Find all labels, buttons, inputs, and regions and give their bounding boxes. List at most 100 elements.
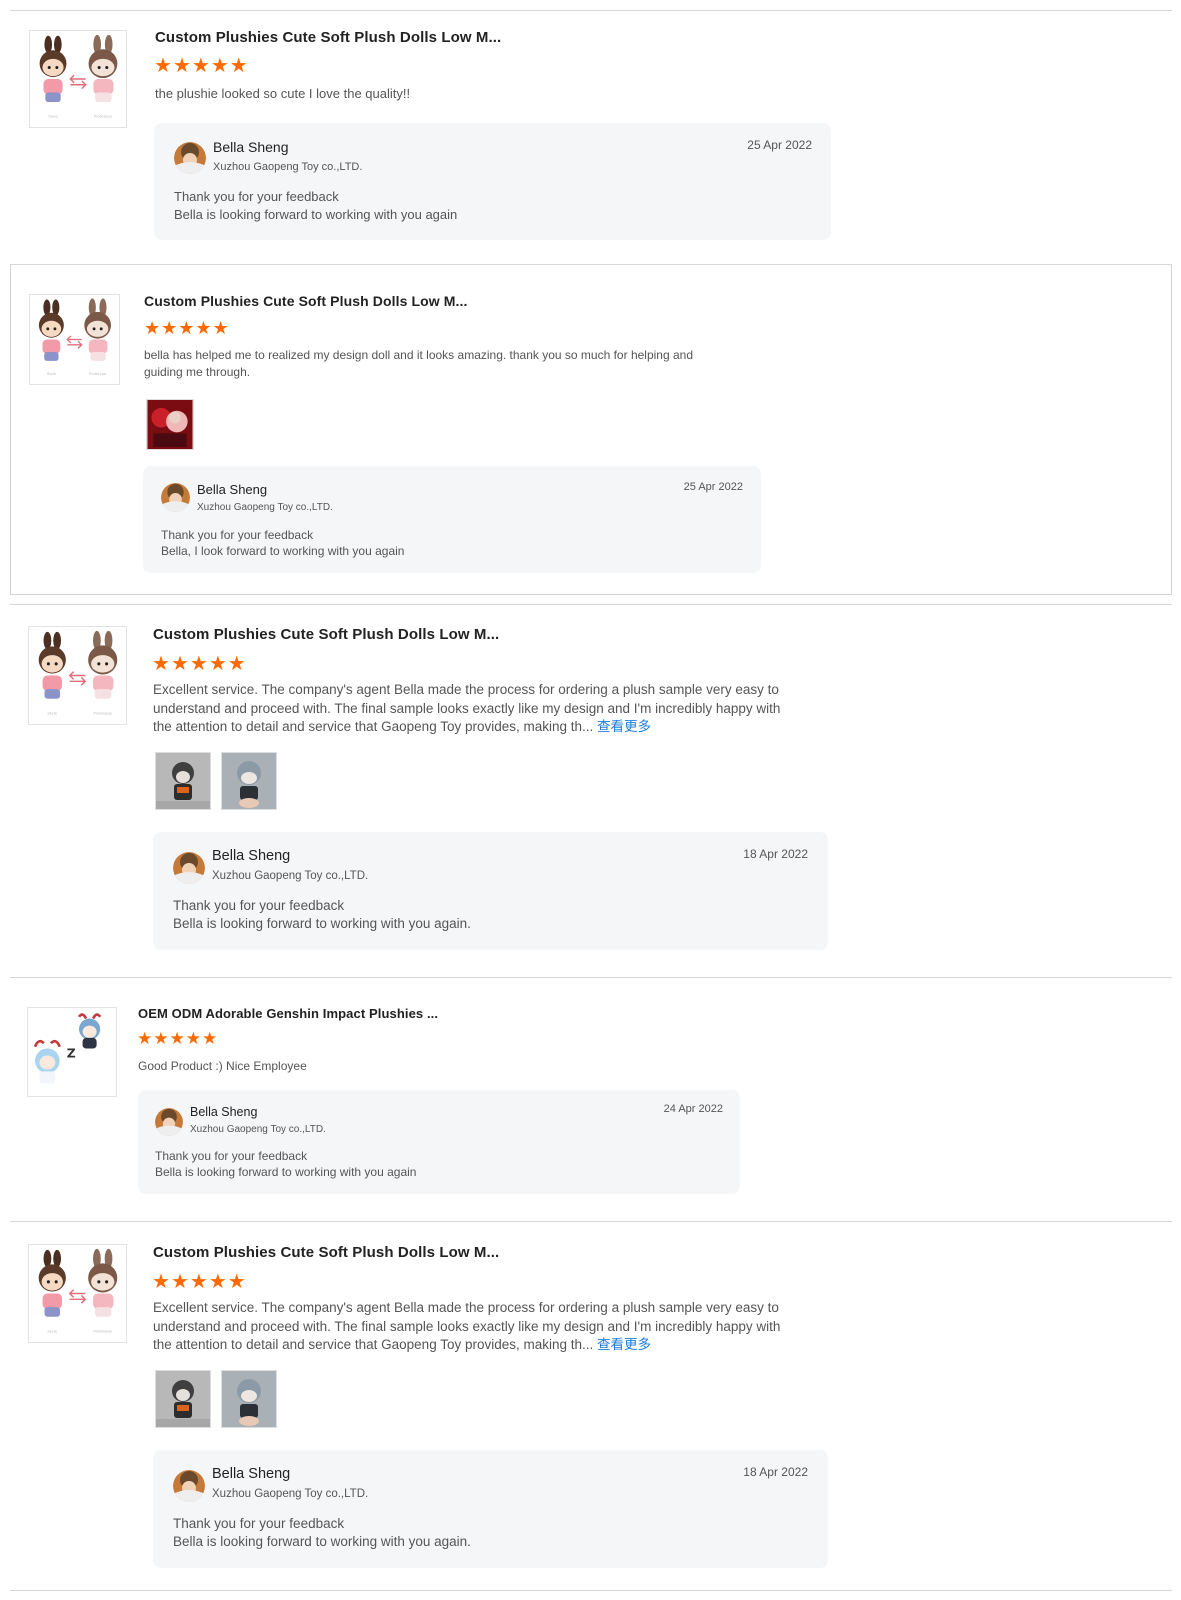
- review-item: Custom Plushies Cute Soft Plush Dolls Lo…: [10, 11, 1172, 260]
- star-icon: ★: [195, 318, 212, 338]
- review-photo[interactable]: [155, 1370, 211, 1428]
- star-rating: ★ ★ ★ ★ ★: [152, 654, 246, 674]
- star-icon: ★: [210, 55, 229, 77]
- star-icon: ★: [154, 55, 172, 77]
- star-icon: ★: [178, 318, 195, 338]
- star-icon: ★: [227, 653, 246, 675]
- star-icon: ★: [229, 55, 248, 77]
- review-item: Custom Plushies Cute Soft Plush Dolls Lo…: [10, 264, 1172, 595]
- review-item: Custom Plushies Cute Soft Plush Dolls Lo…: [10, 1222, 1172, 1590]
- star-icon: ★: [189, 653, 208, 675]
- product-title[interactable]: Custom Plushies Cute Soft Plush Dolls Lo…: [153, 1244, 499, 1261]
- seller-avatar: [173, 852, 205, 884]
- product-title[interactable]: OEM ODM Adorable Genshin Impact Plushies…: [138, 1006, 438, 1021]
- reply-line-1: Thank you for your feedback: [155, 1149, 308, 1163]
- review-text: bella has helped me to realized my desig…: [144, 348, 693, 379]
- plush-photo: [156, 753, 210, 809]
- reply-line-1: Thank you for your feedback: [174, 189, 339, 204]
- review-text: Excellent service. The company's agent B…: [153, 681, 798, 737]
- review-photo[interactable]: [146, 399, 194, 450]
- product-thumbnail[interactable]: [27, 1007, 117, 1097]
- review-text-body: Excellent service. The company's agent B…: [153, 682, 781, 735]
- seller-name: Bella Sheng: [212, 1466, 291, 1482]
- product-thumbnail[interactable]: [28, 626, 127, 725]
- reply-line-2: Bella is looking forward to working with…: [173, 916, 471, 931]
- product-title[interactable]: Custom Plushies Cute Soft Plush Dolls Lo…: [144, 293, 468, 309]
- plush-photo: [222, 753, 276, 809]
- seller-company: Xuzhou Gaopeng Toy co.,LTD.: [197, 502, 333, 513]
- plush-doll-image: [29, 627, 126, 724]
- plush-photo: [156, 1371, 210, 1427]
- reply-date: 18 Apr 2022: [743, 1465, 808, 1479]
- star-icon: ★: [152, 1271, 170, 1293]
- product-title[interactable]: Custom Plushies Cute Soft Plush Dolls Lo…: [155, 29, 501, 46]
- seller-reply: Bella Sheng Xuzhou Gaopeng Toy co.,LTD. …: [154, 123, 831, 240]
- reply-date: 18 Apr 2022: [743, 847, 808, 861]
- reply-line-1: Thank you for your feedback: [173, 1516, 345, 1531]
- seller-name: Bella Sheng: [212, 848, 291, 864]
- star-icon: ★: [144, 318, 161, 338]
- review-item: Custom Plushies Cute Soft Plush Dolls Lo…: [10, 605, 1172, 969]
- reply-line-2: Bella is looking forward to working with…: [155, 1165, 417, 1179]
- star-icon: ★: [212, 318, 229, 338]
- seller-name: Bella Sheng: [213, 139, 289, 155]
- seller-reply: Bella Sheng Xuzhou Gaopeng Toy co.,LTD. …: [138, 1090, 740, 1194]
- star-icon: ★: [185, 1029, 201, 1048]
- plush-doll-image: [30, 31, 126, 127]
- seller-name: Bella Sheng: [197, 482, 268, 497]
- review-text: the plushie looked so cute I love the qu…: [155, 86, 411, 101]
- see-more-link[interactable]: 查看更多: [597, 1337, 651, 1352]
- seller-reply: Bella Sheng Xuzhou Gaopeng Toy co.,LTD. …: [153, 832, 828, 950]
- star-rating: ★ ★ ★ ★ ★: [137, 1030, 217, 1047]
- product-title[interactable]: Custom Plushies Cute Soft Plush Dolls Lo…: [153, 626, 499, 643]
- reply-line-2: Bella, I look forward to working with yo…: [161, 544, 405, 558]
- reply-line-2: Bella is looking forward to working with…: [174, 207, 458, 222]
- reply-line-1: Thank you for your feedback: [161, 528, 314, 542]
- seller-company: Xuzhou Gaopeng Toy co.,LTD.: [212, 870, 369, 882]
- review-photo[interactable]: [221, 1370, 277, 1428]
- review-item: OEM ODM Adorable Genshin Impact Plushies…: [10, 978, 1172, 1221]
- seller-name: Bella Sheng: [190, 1105, 258, 1119]
- star-icon: ★: [227, 1271, 246, 1293]
- seller-avatar: [173, 1470, 205, 1502]
- seller-avatar: [155, 1108, 183, 1136]
- plush-doll-image: [30, 295, 119, 384]
- seller-avatar: [174, 142, 206, 174]
- reply-date: 25 Apr 2022: [747, 138, 812, 152]
- plush-photo: [222, 1371, 276, 1427]
- plush-photo: [147, 400, 193, 449]
- review-text-body: Excellent service. The company's agent B…: [153, 1300, 781, 1353]
- star-icon: ★: [189, 1271, 208, 1293]
- review-photo[interactable]: [155, 752, 211, 810]
- reply-line-1: Thank you for your feedback: [173, 898, 345, 913]
- seller-avatar: [161, 483, 190, 512]
- star-icon: ★: [161, 318, 178, 338]
- product-thumbnail[interactable]: [28, 1244, 127, 1343]
- plush-doll-image: [29, 1245, 126, 1342]
- star-rating: ★ ★ ★ ★ ★: [154, 56, 248, 76]
- seller-company: Xuzhou Gaopeng Toy co.,LTD.: [213, 161, 363, 173]
- star-icon: ★: [208, 1271, 227, 1293]
- product-thumbnail[interactable]: [29, 30, 127, 128]
- star-icon: ★: [169, 1029, 185, 1048]
- star-icon: ★: [170, 1271, 189, 1293]
- seller-reply: Bella Sheng Xuzhou Gaopeng Toy co.,LTD. …: [153, 1450, 828, 1568]
- seller-company: Xuzhou Gaopeng Toy co.,LTD.: [190, 1124, 326, 1135]
- review-text: Good Product :) Nice Employee: [138, 1059, 307, 1073]
- seller-reply: Bella Sheng Xuzhou Gaopeng Toy co.,LTD. …: [143, 466, 761, 573]
- star-rating: ★ ★ ★ ★ ★: [152, 1272, 246, 1292]
- seller-company: Xuzhou Gaopeng Toy co.,LTD.: [212, 1488, 369, 1500]
- review-text: Excellent service. The company's agent B…: [153, 1299, 798, 1355]
- star-rating: ★ ★ ★ ★ ★: [144, 319, 229, 337]
- star-icon: ★: [202, 1029, 218, 1048]
- star-icon: ★: [170, 653, 189, 675]
- see-more-link[interactable]: 查看更多: [597, 719, 651, 734]
- plush-doll-image: [28, 1008, 116, 1096]
- review-divider: [10, 1590, 1172, 1591]
- product-thumbnail[interactable]: [29, 294, 120, 385]
- reply-date: 24 Apr 2022: [663, 1103, 723, 1115]
- star-icon: ★: [208, 653, 227, 675]
- reply-line-2: Bella is looking forward to working with…: [173, 1534, 471, 1549]
- star-icon: ★: [152, 653, 170, 675]
- review-photo[interactable]: [221, 752, 277, 810]
